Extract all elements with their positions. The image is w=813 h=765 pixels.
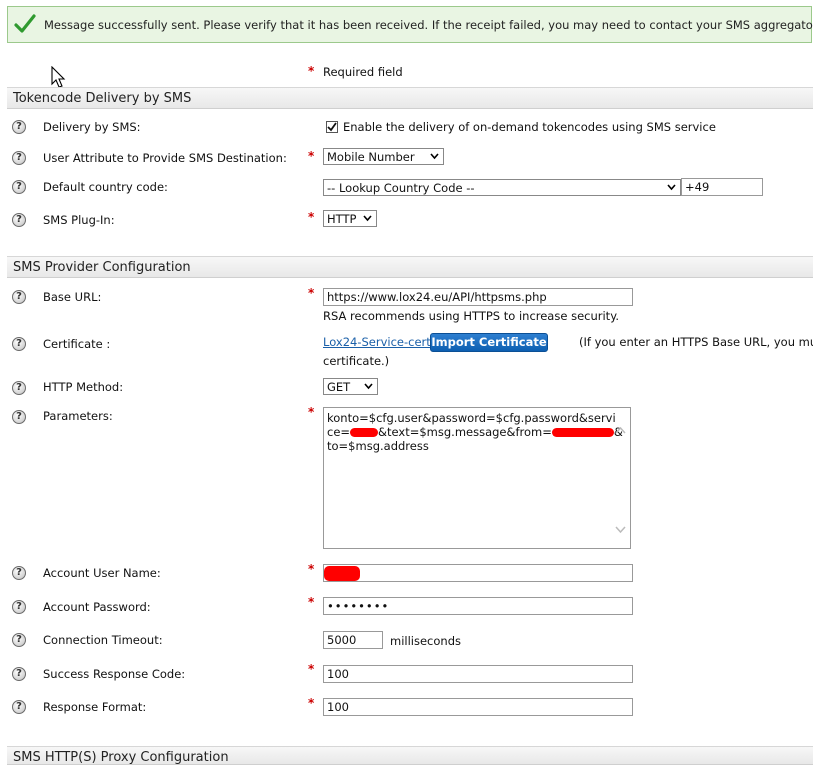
- chevron-down-icon: [667, 184, 676, 191]
- chevron-down-icon: [363, 215, 372, 222]
- section-title: Tokencode Delivery by SMS: [13, 91, 192, 106]
- select-value: Mobile Number: [327, 150, 415, 164]
- help-icon[interactable]: ?: [12, 381, 26, 395]
- required-star: *: [308, 210, 315, 224]
- success-code-input[interactable]: 100: [323, 665, 633, 683]
- timeout-unit: milliseconds: [390, 634, 461, 648]
- help-icon[interactable]: ?: [12, 410, 26, 424]
- certificate-link[interactable]: Lox24-Service-cert: [323, 335, 431, 349]
- country-code-label: Default country code:: [43, 180, 168, 194]
- help-icon[interactable]: ?: [12, 600, 26, 614]
- user-attribute-select[interactable]: Mobile Number: [323, 148, 444, 165]
- section-provider-config: SMS Provider Configuration: [7, 256, 813, 278]
- account-user-label: Account User Name:: [43, 566, 161, 580]
- help-icon[interactable]: ?: [12, 337, 26, 351]
- parameters-line-2: ce= &text=$msg.message&from= &: [327, 425, 627, 439]
- required-star: *: [308, 286, 315, 300]
- required-star: *: [308, 662, 315, 676]
- help-icon[interactable]: ?: [12, 290, 26, 304]
- checkmark-icon: [14, 14, 36, 33]
- required-field-note: Required field: [323, 65, 403, 79]
- chevron-down-icon: [364, 383, 373, 390]
- help-icon[interactable]: ?: [12, 213, 26, 227]
- base-url-input[interactable]: https://www.lox24.eu/API/httpsms.php: [323, 288, 633, 306]
- required-star: *: [308, 595, 315, 609]
- http-method-select[interactable]: GET: [323, 378, 378, 395]
- country-code-select[interactable]: -- Lookup Country Code --: [323, 179, 681, 196]
- account-password-input[interactable]: ••••••••: [323, 597, 633, 615]
- base-url-hint: RSA recommends using HTTPS to increase s…: [323, 309, 620, 323]
- timeout-label: Connection Timeout:: [43, 633, 163, 647]
- required-star: *: [308, 696, 315, 710]
- parameters-text: &text=$msg.message&from=: [378, 425, 552, 439]
- http-method-label: HTTP Method:: [43, 380, 124, 394]
- parameters-line-3: to=$msg.address: [327, 439, 429, 453]
- account-user-input[interactable]: [323, 564, 633, 582]
- required-star: *: [308, 405, 315, 419]
- redaction-mark: [551, 428, 614, 437]
- response-format-label: Response Format:: [43, 700, 147, 714]
- response-format-input[interactable]: 100: [323, 698, 633, 716]
- plugin-select[interactable]: HTTP: [323, 210, 377, 227]
- parameters-text: ce=: [327, 425, 351, 439]
- parameters-textarea[interactable]: konto=$cfg.user&password=$cfg.password&s…: [323, 407, 631, 549]
- section-tokencode-delivery: Tokencode Delivery by SMS: [7, 87, 813, 109]
- certificate-label: Certificate :: [43, 337, 111, 351]
- success-code-label: Success Response Code:: [43, 667, 186, 681]
- delivery-label: Delivery by SMS:: [43, 120, 141, 134]
- required-star: *: [308, 64, 315, 78]
- help-icon[interactable]: ?: [12, 667, 26, 681]
- select-value: HTTP: [327, 212, 357, 226]
- banner-message: Message successfully sent. Please verify…: [44, 18, 813, 32]
- user-attribute-label: User Attribute to Provide SMS Destinatio…: [43, 151, 287, 165]
- base-url-label: Base URL:: [43, 290, 102, 304]
- delivery-checkbox-label: Enable the delivery of on-demand tokenco…: [343, 120, 716, 134]
- select-value: -- Lookup Country Code --: [327, 181, 475, 195]
- parameters-line-1: konto=$cfg.user&password=$cfg.password&s…: [327, 411, 616, 425]
- help-icon[interactable]: ?: [12, 700, 26, 714]
- parameters-label: Parameters:: [43, 409, 113, 423]
- help-icon[interactable]: ?: [12, 633, 26, 647]
- certificate-note: (If you enter an HTTPS Base URL, you mu: [579, 335, 813, 349]
- country-code-input[interactable]: +49: [681, 178, 763, 196]
- help-icon[interactable]: ?: [12, 120, 26, 134]
- help-icon[interactable]: ?: [12, 151, 26, 165]
- redaction-mark: [324, 566, 360, 581]
- chevron-down-icon[interactable]: [615, 526, 626, 534]
- redaction-mark: [350, 428, 379, 437]
- select-value: GET: [327, 380, 351, 394]
- help-icon[interactable]: ?: [12, 180, 26, 194]
- delivery-checkbox[interactable]: [326, 121, 338, 133]
- check-icon: [327, 122, 337, 132]
- chevron-up-icon[interactable]: [615, 426, 626, 434]
- section-title: SMS HTTP(S) Proxy Configuration: [13, 750, 229, 765]
- plugin-label: SMS Plug-In:: [43, 213, 115, 227]
- required-star: *: [308, 562, 315, 576]
- account-password-label: Account Password:: [43, 600, 151, 614]
- section-title: SMS Provider Configuration: [13, 260, 191, 275]
- section-proxy-config: SMS HTTP(S) Proxy Configuration: [7, 746, 813, 765]
- certificate-note-continued: certificate.): [323, 354, 390, 368]
- help-icon[interactable]: ?: [12, 566, 26, 580]
- success-banner: Message successfully sent. Please verify…: [7, 6, 813, 43]
- chevron-down-icon: [430, 153, 439, 160]
- required-star: *: [308, 149, 315, 163]
- import-certificate-button[interactable]: Import Certificate: [430, 333, 548, 352]
- timeout-input[interactable]: 5000: [323, 631, 383, 649]
